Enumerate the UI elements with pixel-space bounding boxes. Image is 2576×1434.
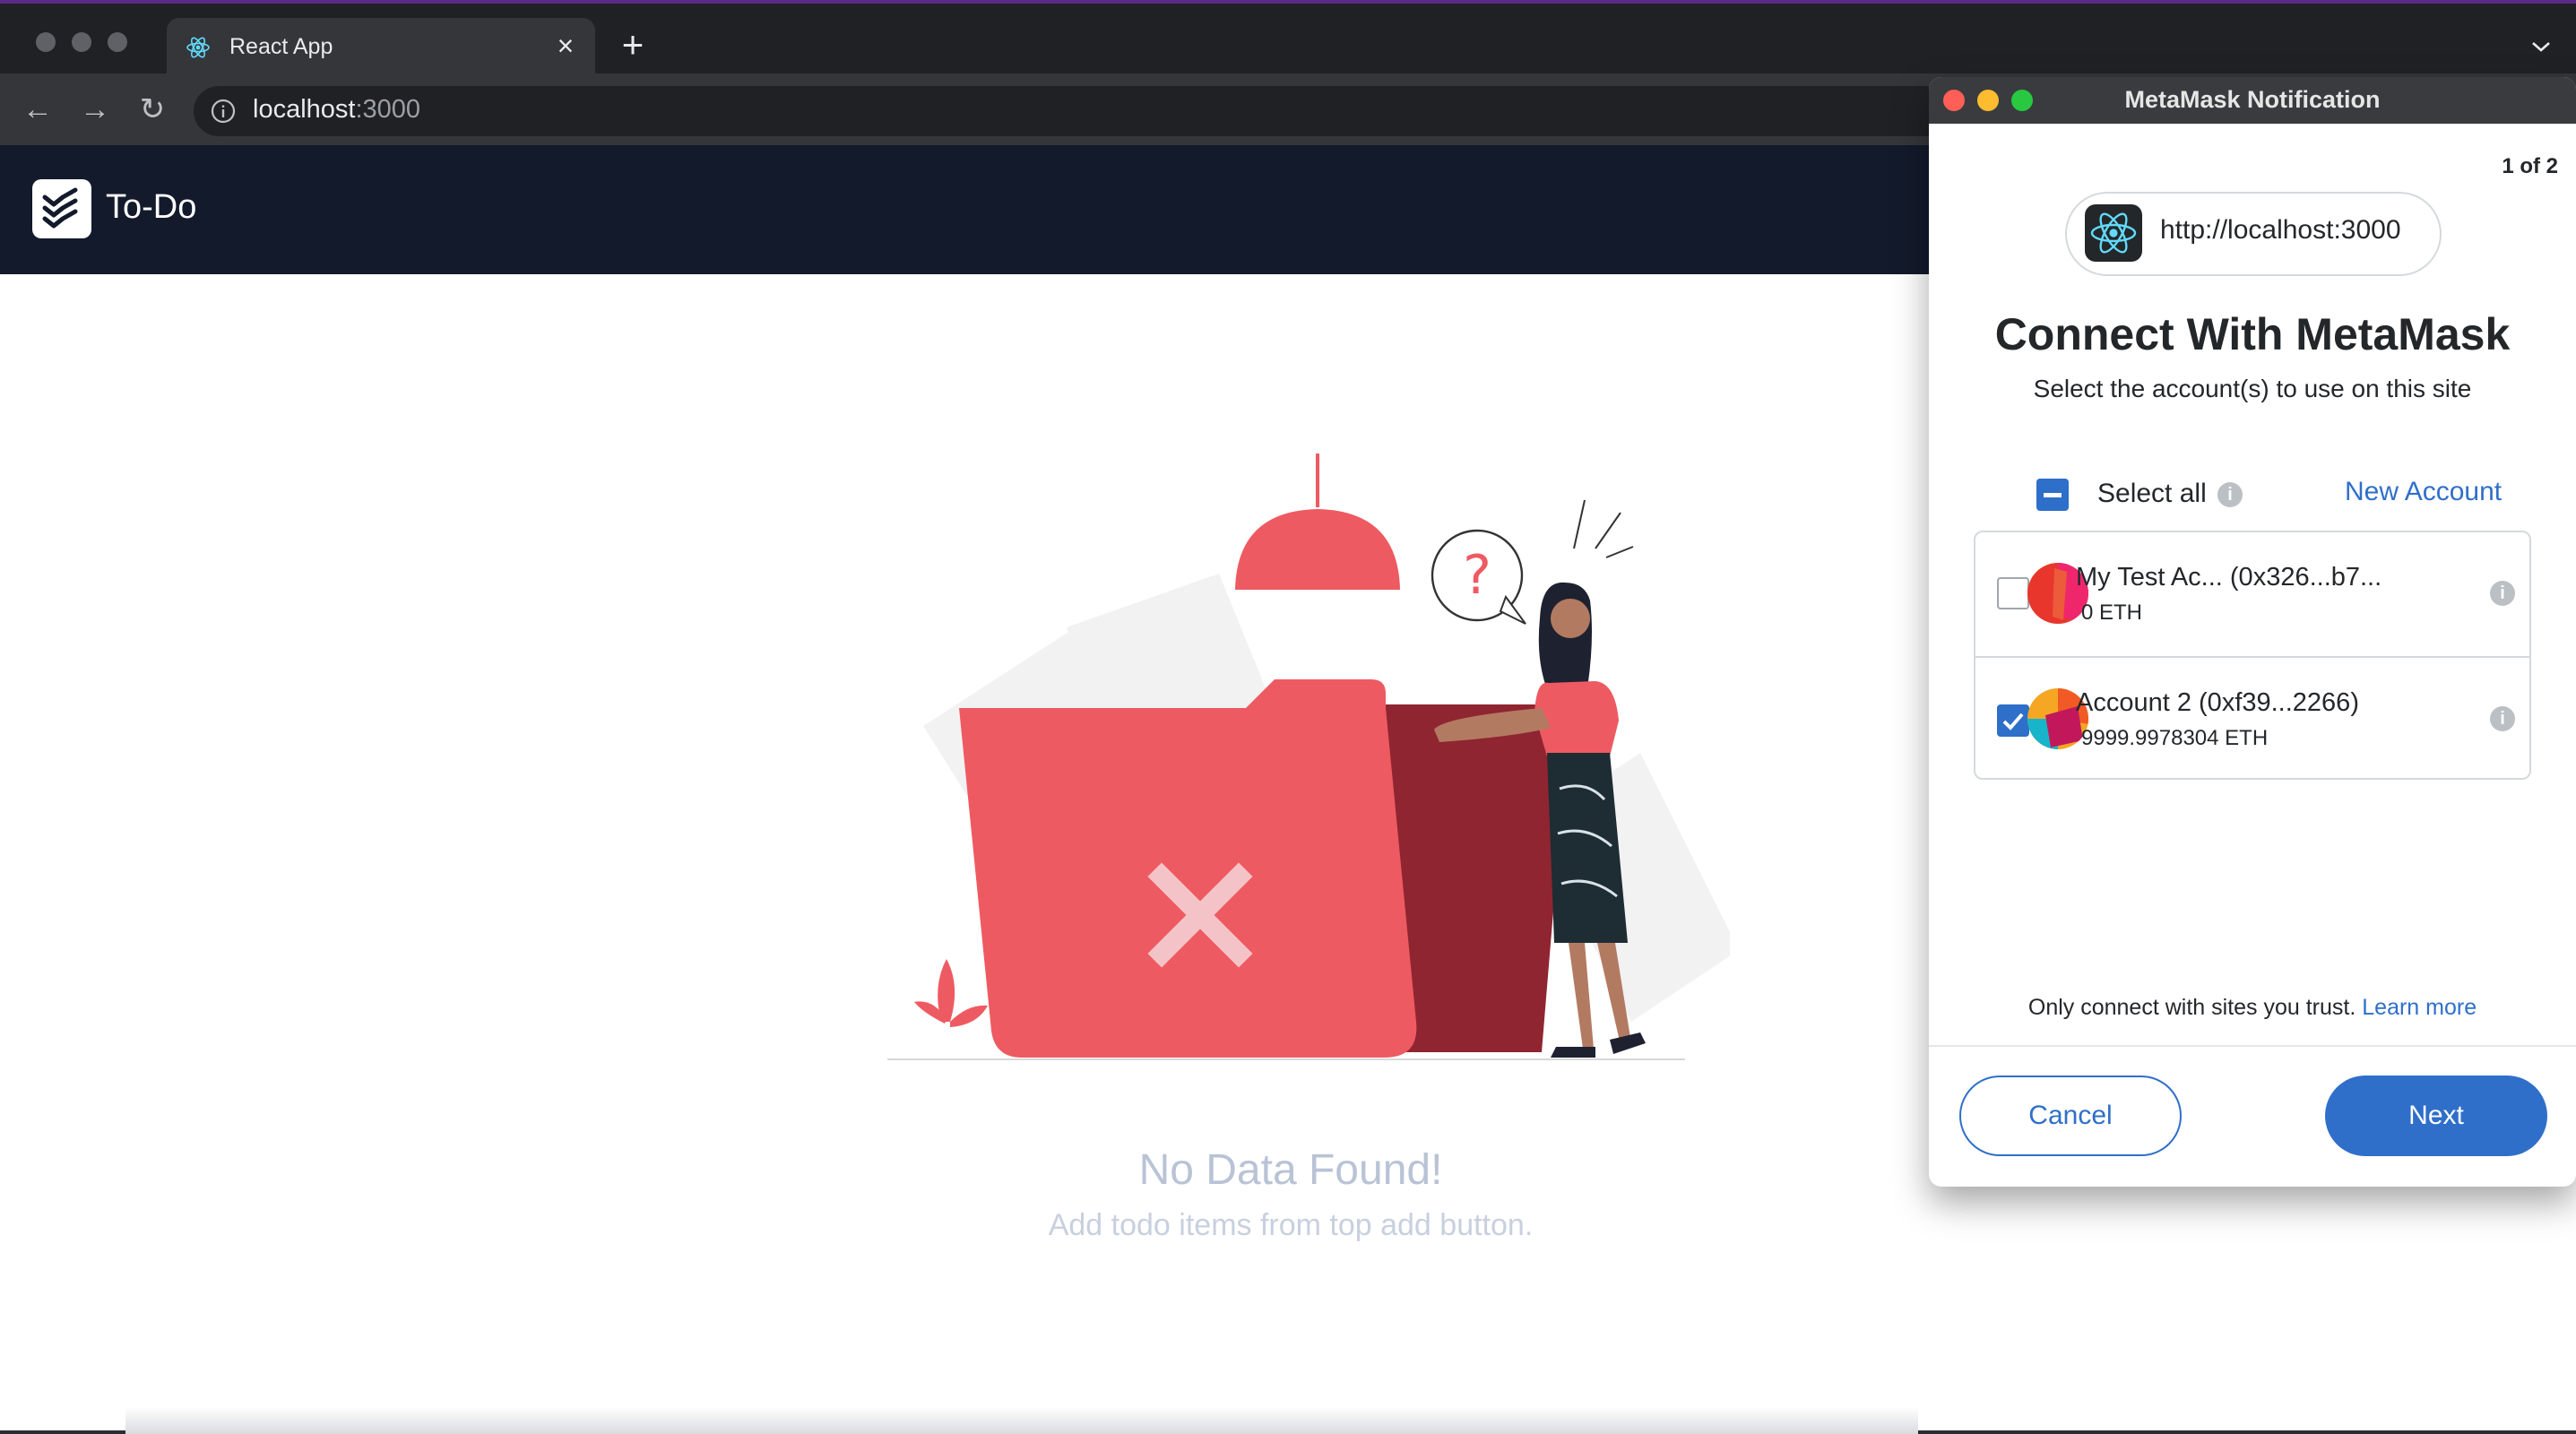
url-host: localhost [253, 95, 356, 124]
cancel-button[interactable]: Cancel [1959, 1076, 2182, 1156]
indeterminate-dash-icon [2044, 493, 2062, 497]
todo-logo [32, 179, 91, 238]
account-1-name: My Test Ac... (0x326...b7... [2076, 563, 2382, 592]
react-icon [186, 37, 210, 58]
reload-icon[interactable]: ↻ [133, 90, 172, 129]
window-minimize-light[interactable] [72, 32, 91, 52]
url-port: :3000 [355, 95, 421, 124]
window-zoom-light[interactable] [108, 32, 127, 52]
account-2-info-icon[interactable]: i [2490, 706, 2515, 731]
chevron-down-icon[interactable] [2528, 36, 2554, 57]
url-text[interactable]: localhost:3000 [253, 95, 420, 125]
learn-more-link[interactable]: Learn more [2362, 995, 2477, 1020]
new-tab-icon[interactable]: + [615, 26, 651, 64]
footer-divider [1929, 1045, 2576, 1047]
app-title: To-Do [106, 188, 197, 226]
empty-state-title: No Data Found! [1138, 1146, 1443, 1194]
account-2-name: Account 2 (0xf39...2266) [2076, 688, 2359, 717]
metamask-window-title: MetaMask Notification [2124, 86, 2381, 113]
select-all-label: Select all [2097, 479, 2207, 508]
site-info-icon[interactable] [210, 98, 237, 125]
account-2-checkbox[interactable] [1997, 704, 2029, 737]
account-2-balance: 9999.9978304 ETH [2081, 726, 2269, 750]
trust-text: Only connect with sites you trust. [2027, 995, 2356, 1020]
trust-notice: Only connect with sites you trust. Learn… [1929, 995, 2576, 1021]
window-close-light[interactable] [36, 32, 56, 52]
account-divider [1975, 656, 2529, 658]
info-icon[interactable]: i [2217, 482, 2243, 507]
request-counter: 1 of 2 [2502, 154, 2558, 178]
account-1-info-icon[interactable]: i [2490, 581, 2515, 606]
react-icon [2090, 212, 2137, 254]
metamask-window: MetaMask Notification 1 of 2 http://loca… [1929, 77, 2576, 1187]
todo-logo-icon [42, 187, 78, 229]
forward-arrow-icon[interactable]: → [75, 90, 115, 129]
origin-url: http://localhost:3000 [2160, 215, 2401, 245]
new-account-link[interactable]: New Account [2345, 477, 2502, 507]
tab-close-icon[interactable]: × [552, 31, 579, 60]
empty-state-subtitle: Add todo items from top add button. [1048, 1208, 1534, 1242]
page-bottom-shadow [125, 1407, 1918, 1434]
connect-subheading: Select the account(s) to use on this sit… [2033, 375, 2472, 402]
no-data-illustration: ? [887, 454, 1730, 1060]
back-arrow-icon[interactable]: ← [18, 90, 57, 129]
next-button[interactable]: Next [2325, 1076, 2547, 1156]
origin-react-icon [2085, 204, 2142, 262]
account-1-checkbox[interactable] [1997, 577, 2029, 609]
svg-text:?: ? [1463, 544, 1491, 607]
checkmark-icon [2002, 713, 2024, 730]
connect-heading: Connect With MetaMask [1994, 309, 2511, 359]
tab-title: React App [229, 34, 333, 59]
account-1-balance: 0 ETH [2081, 600, 2143, 625]
